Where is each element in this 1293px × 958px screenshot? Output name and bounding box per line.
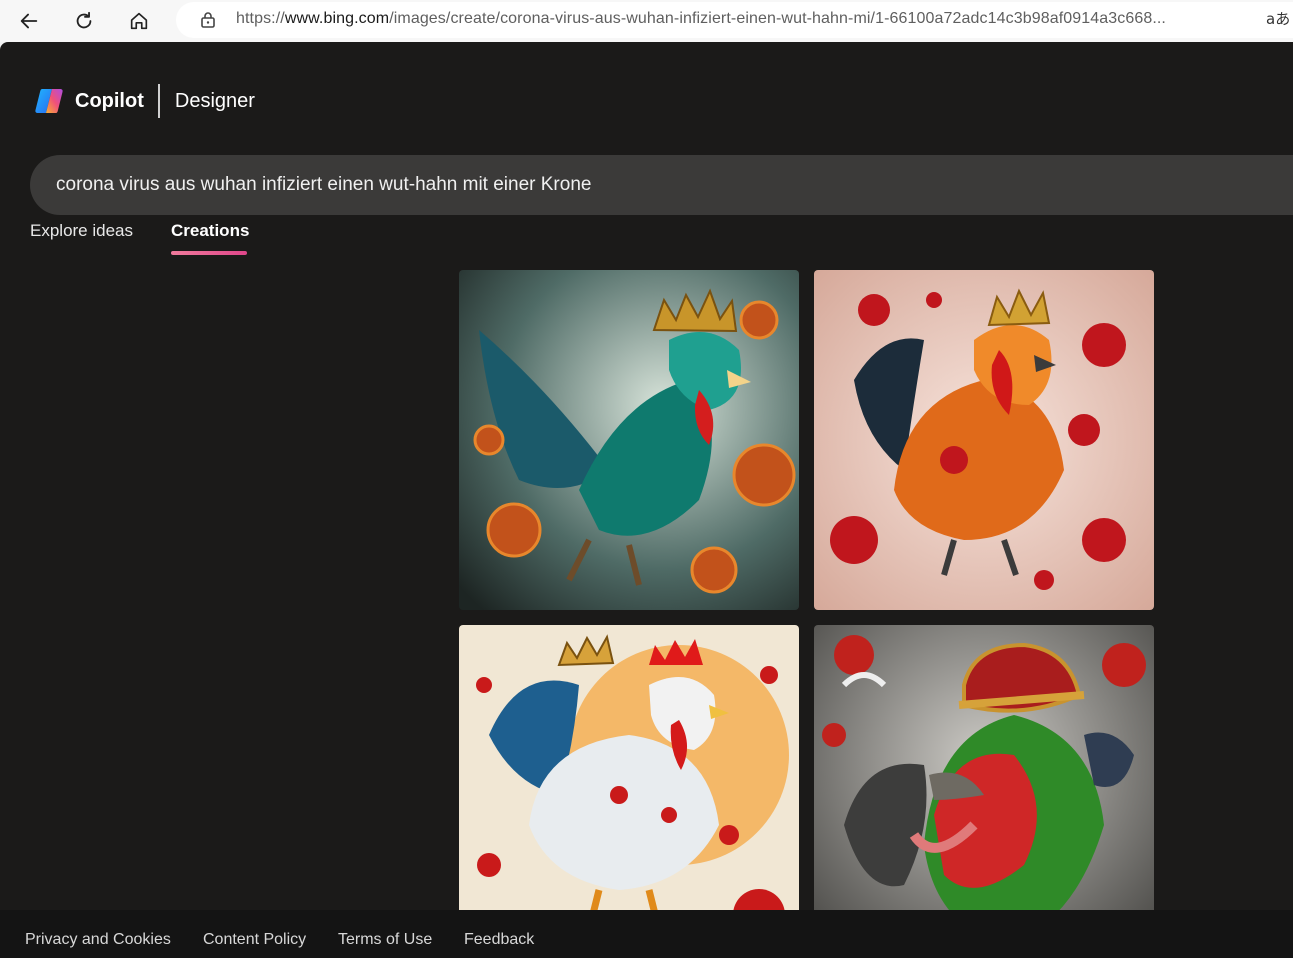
copilot-title[interactable]: Copilot	[75, 90, 144, 113]
tab-explore-ideas[interactable]: Explore ideas	[30, 218, 140, 248]
home-button[interactable]	[122, 4, 156, 38]
content-policy-link[interactable]: Content Policy	[203, 931, 306, 949]
designer-title[interactable]: Designer	[175, 90, 255, 113]
privacy-link[interactable]: Privacy and Cookies	[25, 931, 171, 949]
feedback-link[interactable]: Feedback	[464, 931, 534, 949]
generated-image-3[interactable]	[459, 625, 799, 958]
active-tab-indicator	[171, 251, 247, 255]
terms-link[interactable]: Terms of Use	[338, 931, 432, 949]
home-icon	[130, 12, 148, 30]
prompt-text[interactable]: corona virus aus wuhan infiziert einen w…	[56, 174, 591, 196]
tab-creations[interactable]: Creations	[171, 218, 251, 248]
white-rooster-image	[459, 625, 799, 958]
back-arrow-icon	[20, 13, 38, 29]
designer-app: Copilot Designer Explore ideas Creations…	[0, 42, 1293, 958]
back-button[interactable]	[12, 4, 46, 38]
brand-divider	[157, 84, 160, 118]
screaming-rooster-image	[814, 625, 1154, 958]
generated-image-2[interactable]	[814, 270, 1154, 610]
url-text[interactable]: https://www.bing.com/images/create/coron…	[236, 10, 1166, 28]
generated-image-1[interactable]	[459, 270, 799, 610]
teal-rooster-image	[459, 270, 799, 610]
lock-icon[interactable]	[198, 10, 218, 30]
copilot-logo-icon	[35, 89, 63, 113]
read-aloud-icon[interactable]: aあ	[1266, 8, 1290, 29]
browser-toolbar: https://www.bing.com/images/create/coron…	[0, 0, 1293, 42]
brand-header[interactable]: Copilot Designer	[34, 84, 255, 118]
orange-rooster-image	[814, 270, 1154, 610]
generated-image-4[interactable]	[814, 625, 1154, 958]
refresh-button[interactable]	[67, 4, 101, 38]
refresh-icon	[76, 11, 92, 29]
tab-bar: Explore ideas Creations	[0, 218, 400, 258]
address-bar[interactable]: https://www.bing.com/images/create/coron…	[176, 2, 1293, 38]
prompt-search-box[interactable]: corona virus aus wuhan infiziert einen w…	[30, 155, 1293, 215]
footer: Privacy and Cookies Content Policy Terms…	[0, 910, 1293, 958]
